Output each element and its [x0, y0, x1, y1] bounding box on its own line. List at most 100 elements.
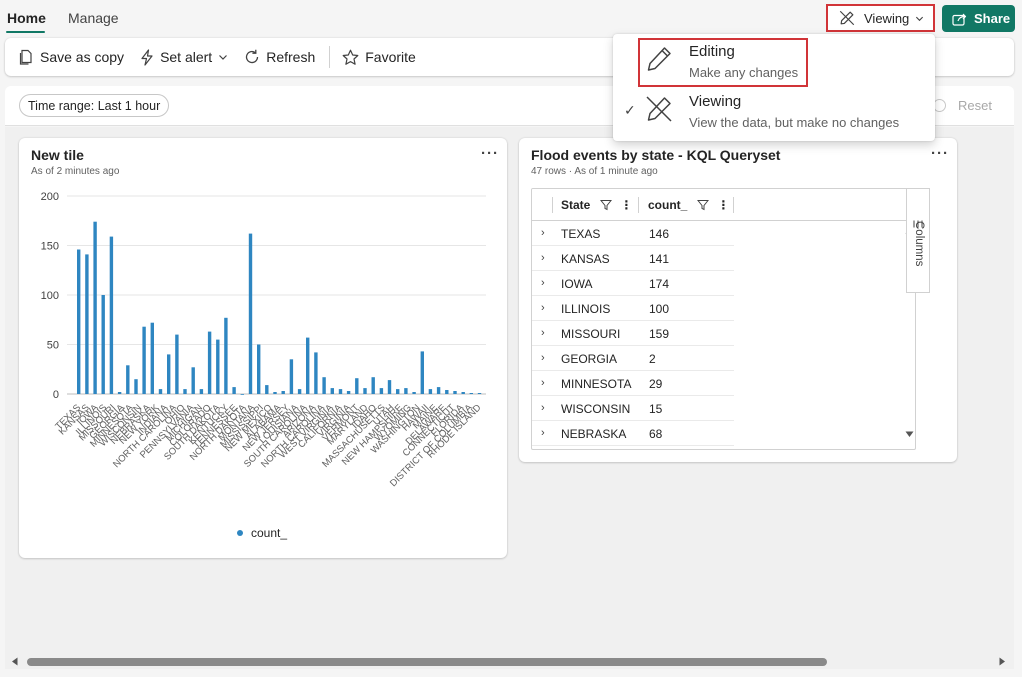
bar[interactable]: [248, 233, 253, 394]
bar[interactable]: [101, 295, 105, 394]
bar[interactable]: [224, 317, 228, 394]
bar[interactable]: [477, 393, 482, 394]
bar[interactable]: [183, 389, 187, 394]
bar[interactable]: [265, 385, 269, 394]
table-row[interactable]: › MISSOURI 159: [532, 321, 734, 346]
scroll-right-icon[interactable]: [999, 657, 1006, 666]
bar[interactable]: [150, 322, 154, 394]
table-row[interactable]: › IOWA 174: [532, 271, 734, 296]
bar[interactable]: [314, 352, 318, 394]
refresh-button[interactable]: Refresh: [244, 49, 315, 65]
grid-header: State ⋮ count_ ⋮: [532, 189, 915, 221]
more-options-icon[interactable]: ···: [931, 146, 949, 161]
scroll-down-icon[interactable]: [905, 431, 914, 438]
set-alert-button[interactable]: Set alert: [140, 48, 228, 66]
save-as-copy-button[interactable]: Save as copy: [18, 49, 124, 65]
expand-row-icon[interactable]: ›: [541, 277, 545, 289]
filter-icon[interactable]: [600, 199, 613, 211]
bar[interactable]: [158, 389, 163, 394]
bar[interactable]: [134, 379, 138, 394]
table-row[interactable]: › WISCONSIN 15: [532, 396, 734, 421]
bar[interactable]: [461, 392, 465, 394]
bar[interactable]: [207, 331, 212, 394]
expand-row-icon[interactable]: ›: [541, 302, 545, 314]
bar[interactable]: [281, 391, 285, 394]
bar[interactable]: [428, 389, 433, 394]
share-button[interactable]: Share: [942, 5, 1015, 32]
bar[interactable]: [232, 387, 236, 394]
bar[interactable]: [363, 388, 367, 394]
horizontal-scrollbar[interactable]: [5, 654, 1014, 669]
columns-side-panel[interactable]: Columns: [906, 188, 930, 293]
bar[interactable]: [379, 388, 384, 394]
expand-row-icon[interactable]: ›: [541, 402, 545, 414]
table-row[interactable]: › TEXAS 146: [532, 221, 734, 246]
favorite-button[interactable]: Favorite: [342, 49, 416, 66]
bar[interactable]: [436, 387, 441, 394]
expand-row-icon[interactable]: ›: [541, 227, 545, 239]
bar[interactable]: [420, 351, 424, 394]
bar[interactable]: [371, 377, 375, 394]
bar[interactable]: [330, 388, 334, 394]
expand-row-icon[interactable]: ›: [541, 352, 545, 364]
mode-dropdown-button[interactable]: Viewing: [826, 4, 935, 32]
menu-item-title: Viewing: [689, 93, 742, 110]
bar[interactable]: [117, 392, 122, 394]
bar[interactable]: [387, 380, 392, 394]
bar[interactable]: [216, 339, 220, 394]
tile-flood-events[interactable]: Flood events by state - KQL Queryset 47 …: [519, 138, 957, 462]
bar[interactable]: [77, 249, 81, 395]
column-menu-icon[interactable]: ⋮: [717, 198, 729, 212]
bar[interactable]: [257, 344, 261, 395]
bar[interactable]: [412, 392, 416, 394]
expand-row-icon[interactable]: ›: [541, 427, 545, 439]
table-row[interactable]: › MINNESOTA 29: [532, 371, 734, 396]
tab-home[interactable]: Home: [7, 10, 46, 26]
column-header-count[interactable]: count_ ⋮: [648, 189, 729, 221]
bar[interactable]: [273, 392, 277, 394]
bar[interactable]: [396, 389, 400, 394]
bar[interactable]: [126, 365, 130, 394]
table-row[interactable]: › NEBRASKA 68: [532, 421, 734, 446]
chart-legend[interactable]: count_: [237, 526, 287, 540]
checkmark-icon: ✓: [624, 102, 636, 118]
bar[interactable]: [322, 377, 326, 394]
bar[interactable]: [175, 334, 179, 394]
bar[interactable]: [289, 359, 294, 394]
bar[interactable]: [191, 367, 195, 394]
bar[interactable]: [109, 236, 114, 394]
bar[interactable]: [346, 391, 351, 394]
table-row[interactable]: › GEORGIA 2: [532, 346, 734, 371]
bar[interactable]: [199, 389, 204, 394]
scroll-left-icon[interactable]: [11, 657, 18, 666]
bar[interactable]: [85, 254, 89, 394]
expand-row-icon[interactable]: ›: [541, 377, 545, 389]
bar[interactable]: [453, 391, 457, 394]
bar[interactable]: [404, 388, 408, 394]
bar[interactable]: [240, 394, 244, 395]
bar[interactable]: [445, 390, 449, 394]
table-row[interactable]: › KANSAS 141: [532, 246, 734, 271]
bar[interactable]: [167, 354, 171, 394]
menu-item-editing[interactable]: Editing Make any changes: [613, 36, 935, 88]
filter-icon[interactable]: [697, 199, 710, 211]
scrollbar-thumb[interactable]: [27, 658, 827, 666]
bar[interactable]: [142, 326, 146, 394]
reset-button[interactable]: Reset: [933, 98, 992, 113]
bar[interactable]: [355, 378, 359, 394]
bar[interactable]: [338, 389, 343, 394]
time-range-pill[interactable]: Time range: Last 1 hour: [19, 94, 170, 117]
bar[interactable]: [306, 337, 310, 394]
tab-manage[interactable]: Manage: [68, 10, 119, 26]
y-tick-label: 100: [41, 290, 59, 302]
table-row[interactable]: › ILLINOIS 100: [532, 296, 734, 321]
bar[interactable]: [469, 393, 473, 394]
expand-row-icon[interactable]: ›: [541, 327, 545, 339]
tile-new-tile[interactable]: New tile As of 2 minutes ago ··· 0 50 100 1…: [19, 138, 507, 558]
bar[interactable]: [93, 221, 97, 394]
expand-row-icon[interactable]: ›: [541, 252, 545, 264]
column-header-state[interactable]: State ⋮: [561, 189, 632, 221]
column-menu-icon[interactable]: ⋮: [620, 198, 632, 212]
bar[interactable]: [297, 389, 302, 394]
menu-item-viewing[interactable]: ✓ Viewing View the data, but make no cha…: [613, 86, 935, 138]
